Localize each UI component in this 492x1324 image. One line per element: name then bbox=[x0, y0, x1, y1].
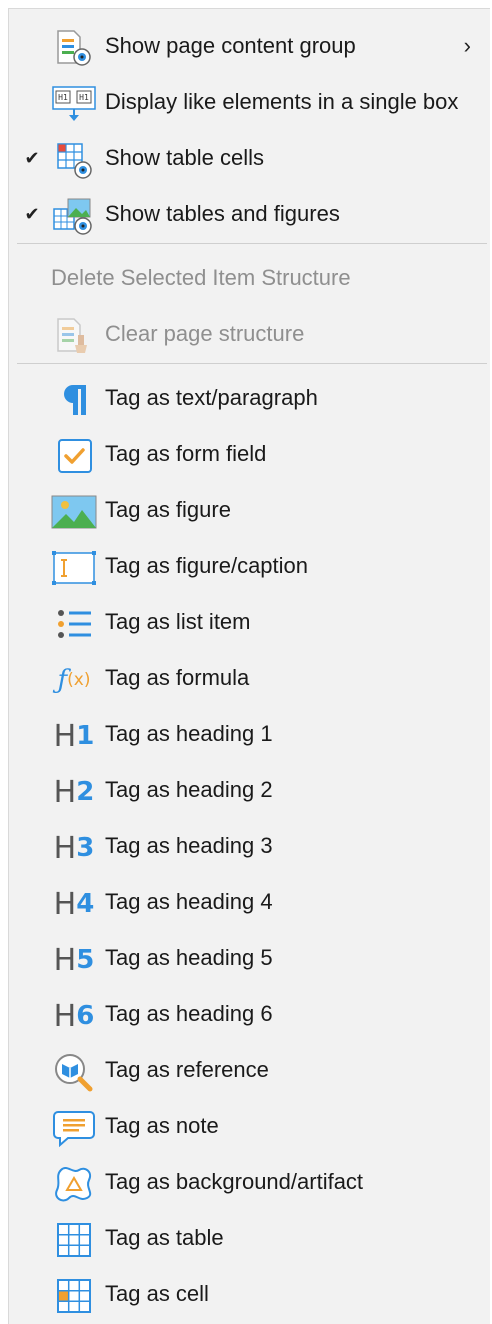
heading-h-glyph: H bbox=[53, 718, 77, 754]
show-table-cells-item[interactable]: ✔ Show table cells bbox=[9, 130, 489, 186]
cell-icon bbox=[51, 1277, 97, 1315]
tag-heading-5-label: Tag as heading 5 bbox=[105, 945, 273, 970]
tag-list-item-item[interactable]: Tag as list item bbox=[9, 594, 489, 650]
tag-heading-2-item[interactable]: H2 Tag as heading 2 bbox=[9, 762, 489, 818]
context-menu: Show page content group › H1 H1 Display … bbox=[8, 8, 490, 1324]
heading-h-glyph: H bbox=[53, 774, 77, 810]
tag-form-field-label: Tag as form field bbox=[105, 441, 267, 466]
tag-background-artifact-item[interactable]: Tag as background/artifact bbox=[9, 1154, 489, 1210]
svg-text:H1: H1 bbox=[79, 93, 89, 102]
tag-figure-caption-item[interactable]: Tag as figure/caption bbox=[9, 538, 489, 594]
tag-figure-label: Tag as figure bbox=[105, 497, 231, 522]
tag-table-label: Tag as table bbox=[105, 1225, 224, 1250]
heading-number-glyph: 1 bbox=[76, 721, 95, 751]
tag-formula-item[interactable]: ƒ (x) Tag as formula bbox=[9, 650, 489, 706]
show-page-content-group-item[interactable]: Show page content group › bbox=[9, 18, 489, 74]
heading-number-glyph: 2 bbox=[76, 777, 95, 807]
list-icon bbox=[51, 605, 97, 643]
table-cells-icon bbox=[51, 141, 97, 179]
tag-heading-2-label: Tag as heading 2 bbox=[105, 777, 273, 802]
paragraph-icon bbox=[51, 381, 97, 419]
clear-page-structure-item[interactable]: Clear page structure bbox=[9, 306, 489, 362]
heading-6-icon: H6 bbox=[51, 997, 97, 1035]
tag-reference-label: Tag as reference bbox=[105, 1057, 269, 1082]
show-tables-figures-label: Show tables and figures bbox=[105, 201, 340, 226]
tag-text-paragraph-item[interactable]: Tag as text/paragraph bbox=[9, 370, 489, 426]
tag-figure-caption-label: Tag as figure/caption bbox=[105, 553, 309, 578]
tag-note-item[interactable]: Tag as note bbox=[9, 1098, 489, 1154]
tag-text-paragraph-label: Tag as text/paragraph bbox=[105, 385, 318, 410]
show-tables-figures-item[interactable]: ✔ Show tables and figures bbox=[9, 186, 489, 242]
tag-heading-5-item[interactable]: H5 Tag as heading 5 bbox=[9, 930, 489, 986]
formula-icon: ƒ (x) bbox=[51, 661, 97, 699]
tag-heading-1-label: Tag as heading 1 bbox=[105, 721, 273, 746]
svg-text:H1: H1 bbox=[58, 93, 68, 102]
tag-list-item-label: Tag as list item bbox=[105, 609, 251, 634]
reference-icon bbox=[51, 1053, 97, 1092]
heading-number-glyph: 4 bbox=[76, 889, 95, 919]
tag-heading-4-label: Tag as heading 4 bbox=[105, 889, 273, 914]
heading-number-glyph: 3 bbox=[76, 833, 95, 863]
menu-separator bbox=[17, 243, 487, 244]
tag-cell-label: Tag as cell bbox=[105, 1281, 209, 1306]
formula-x-glyph: (x) bbox=[67, 670, 91, 690]
tag-heading-1-item[interactable]: H1 Tag as heading 1 bbox=[9, 706, 489, 762]
heading-h-glyph: H bbox=[53, 942, 77, 978]
tag-note-label: Tag as note bbox=[105, 1113, 219, 1138]
heading-h-glyph: H bbox=[53, 998, 77, 1034]
display-single-box-item[interactable]: H1 H1 Display like elements in a single … bbox=[9, 74, 489, 130]
image-icon bbox=[51, 493, 97, 531]
note-icon bbox=[51, 1109, 97, 1147]
heading-h-glyph: H bbox=[53, 886, 77, 922]
show-page-content-group-label: Show page content group bbox=[105, 33, 356, 58]
formula-f-glyph: ƒ bbox=[57, 665, 68, 695]
clear-structure-icon bbox=[51, 317, 97, 355]
submenu-arrow-icon: › bbox=[463, 33, 471, 58]
heading-5-icon: H5 bbox=[51, 941, 97, 979]
tag-heading-6-label: Tag as heading 6 bbox=[105, 1001, 273, 1026]
tag-heading-3-item[interactable]: H3 Tag as heading 3 bbox=[9, 818, 489, 874]
single-box-icon: H1 H1 bbox=[51, 85, 97, 123]
checkmark-icon: ✔ bbox=[24, 204, 40, 224]
tag-cell-item[interactable]: Tag as cell bbox=[9, 1266, 489, 1322]
menu-separator bbox=[17, 363, 487, 364]
clear-page-structure-label: Clear page structure bbox=[105, 321, 305, 346]
tag-formula-label: Tag as formula bbox=[105, 665, 250, 690]
caption-icon bbox=[51, 549, 97, 587]
heading-number-glyph: 6 bbox=[76, 1001, 95, 1031]
table-icon bbox=[51, 1221, 97, 1259]
heading-2-icon: H2 bbox=[51, 773, 97, 811]
heading-1-icon: H1 bbox=[51, 717, 97, 755]
show-table-cells-label: Show table cells bbox=[105, 145, 264, 170]
tag-heading-4-item[interactable]: H4 Tag as heading 4 bbox=[9, 874, 489, 930]
checkbox-icon bbox=[51, 437, 97, 475]
checkmark-icon: ✔ bbox=[24, 148, 40, 168]
tag-figure-item[interactable]: Tag as figure bbox=[9, 482, 489, 538]
delete-selected-structure-item[interactable]: Delete Selected Item Structure bbox=[9, 250, 489, 306]
display-single-box-label: Display like elements in a single box bbox=[105, 89, 459, 114]
heading-3-icon: H3 bbox=[51, 829, 97, 867]
tag-form-field-item[interactable]: Tag as form field bbox=[9, 426, 489, 482]
heading-4-icon: H4 bbox=[51, 885, 97, 923]
artifact-icon bbox=[51, 1165, 97, 1203]
page-content-group-icon bbox=[51, 29, 97, 67]
heading-h-glyph: H bbox=[53, 830, 77, 866]
tag-heading-6-item[interactable]: H6 Tag as heading 6 bbox=[9, 986, 489, 1042]
heading-number-glyph: 5 bbox=[76, 945, 95, 975]
tag-background-artifact-label: Tag as background/artifact bbox=[105, 1169, 364, 1194]
tag-table-item[interactable]: Tag as table bbox=[9, 1210, 489, 1266]
delete-selected-structure-label: Delete Selected Item Structure bbox=[51, 265, 351, 290]
tag-reference-item[interactable]: Tag as reference bbox=[9, 1042, 489, 1098]
tag-heading-3-label: Tag as heading 3 bbox=[105, 833, 273, 858]
tables-figures-icon bbox=[51, 197, 97, 235]
